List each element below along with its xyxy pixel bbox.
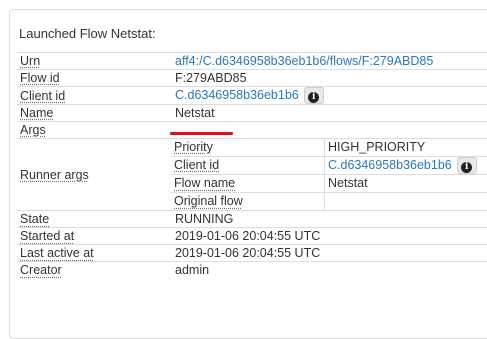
urn-key: Urn — [17, 53, 171, 70]
urn-link[interactable]: aff4:/C.d6346958b36eb1b6/flows/F:279ABD8… — [175, 54, 433, 68]
name-value: Netstat — [171, 105, 487, 122]
client-id-link[interactable]: C.d6346958b36eb1b6 — [175, 88, 299, 102]
runner-row-client-id: Client id C.d6346958b36eb1b6 i — [171, 157, 487, 175]
state-value: RUNNING — [171, 211, 487, 228]
row-name: Name Netstat — [17, 105, 487, 122]
info-icon: i — [308, 92, 319, 103]
client-id-key: Client id — [17, 87, 171, 105]
row-urn: Urn aff4:/C.d6346958b36eb1b6/flows/F:279… — [17, 53, 487, 70]
flow-id-key: Flow id — [17, 70, 171, 87]
started-at-key: Started at — [17, 228, 171, 245]
flow-name-value: Netstat — [325, 175, 487, 193]
creator-key: Creator — [17, 262, 171, 279]
original-flow-value — [325, 193, 487, 211]
started-at-value: 2019-01-06 20:04:55 UTC — [171, 228, 487, 245]
flow-details-table: Urn aff4:/C.d6346958b36eb1b6/flows/F:279… — [17, 52, 487, 278]
runner-client-id-value: C.d6346958b36eb1b6 i — [325, 157, 487, 175]
row-state: State RUNNING — [17, 211, 487, 228]
row-flow-id: Flow id F:279ABD85 — [17, 70, 487, 87]
client-id-value: C.d6346958b36eb1b6 i — [171, 87, 487, 105]
flow-name-key: Flow name — [171, 175, 325, 193]
row-client-id: Client id C.d6346958b36eb1b6 i — [17, 87, 487, 105]
name-key: Name — [17, 105, 171, 122]
runner-row-priority: Priority HIGH_PRIORITY — [171, 139, 487, 157]
runner-row-flow-name: Flow name Netstat — [171, 175, 487, 193]
last-active-at-value: 2019-01-06 20:04:55 UTC — [171, 245, 487, 262]
row-creator: Creator admin — [17, 262, 487, 279]
row-last-active-at: Last active at 2019-01-06 20:04:55 UTC — [17, 245, 487, 262]
state-key: State — [17, 211, 171, 228]
name-highlight-underline — [170, 132, 233, 135]
args-key: Args — [17, 122, 171, 139]
priority-key: Priority — [171, 139, 325, 157]
flow-id-value: F:279ABD85 — [171, 70, 487, 87]
runner-args-key: Runner args — [17, 139, 171, 211]
runner-client-info-button[interactable]: i — [457, 157, 477, 174]
runner-client-id-key: Client id — [171, 157, 325, 175]
priority-value: HIGH_PRIORITY — [325, 139, 487, 157]
last-active-at-key: Last active at — [17, 245, 171, 262]
creator-value: admin — [171, 262, 487, 279]
runner-client-id-link[interactable]: C.d6346958b36eb1b6 — [328, 158, 452, 172]
runner-row-original-flow: Original flow — [171, 193, 487, 211]
row-args: Args — [17, 122, 487, 139]
row-started-at: Started at 2019-01-06 20:04:55 UTC — [17, 228, 487, 245]
panel-title: Launched Flow Netstat: — [19, 26, 156, 41]
runner-args-table: Priority HIGH_PRIORITY Client id C.d6346… — [171, 139, 487, 210]
urn-value: aff4:/C.d6346958b36eb1b6/flows/F:279ABD8… — [171, 53, 487, 70]
args-value — [171, 122, 487, 139]
info-icon: i — [461, 162, 472, 173]
runner-args-value: Priority HIGH_PRIORITY Client id C.d6346… — [171, 139, 487, 211]
row-runner-args: Runner args Priority HIGH_PRIORITY Clien… — [17, 139, 487, 211]
original-flow-key: Original flow — [171, 193, 325, 211]
client-info-button[interactable]: i — [304, 87, 324, 104]
